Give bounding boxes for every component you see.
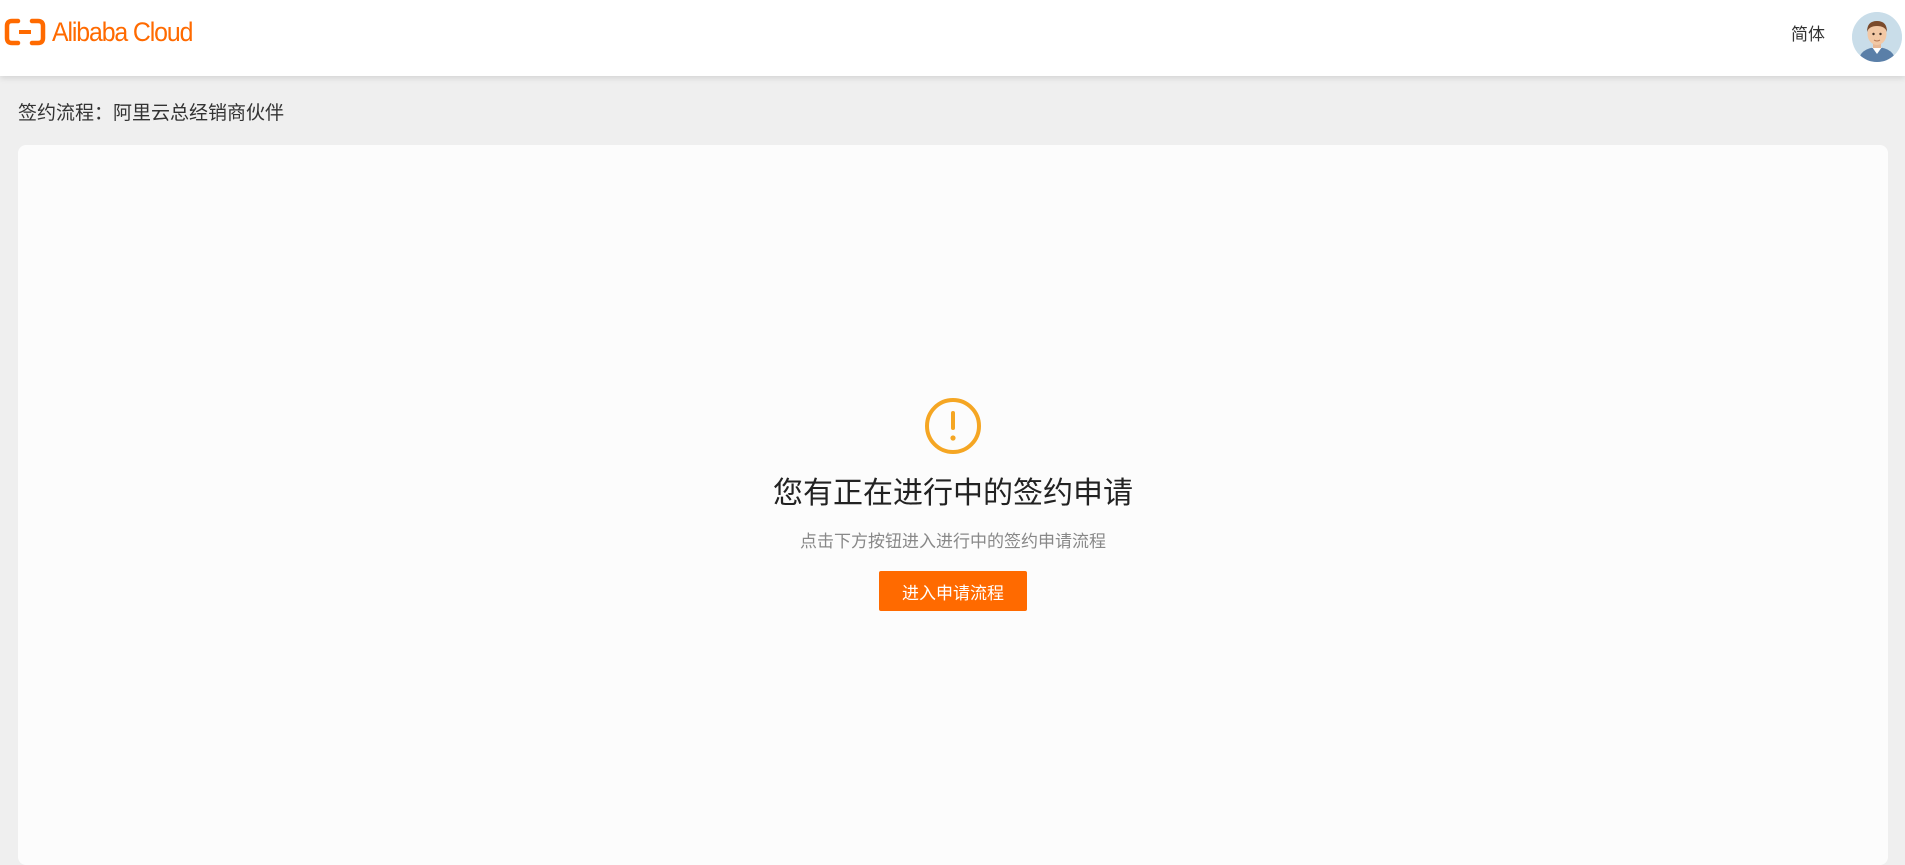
avatar-icon xyxy=(1852,12,1902,62)
alibaba-cloud-logo-icon xyxy=(4,18,46,46)
content-card: 您有正在进行中的签约申请 点击下方按钮进入进行中的签约申请流程 进入申请流程 xyxy=(18,145,1888,865)
user-avatar[interactable] xyxy=(1852,12,1902,62)
warning-circle-icon xyxy=(925,398,981,454)
alibaba-cloud-logo[interactable]: Alibaba Cloud xyxy=(4,16,205,48)
notice-subtitle: 点击下方按钮进入进行中的签约申请流程 xyxy=(800,532,1106,552)
page-breadcrumb: 签约流程：阿里云总经销商伙伴 xyxy=(18,102,285,124)
brand-name: Alibaba Cloud xyxy=(52,17,193,47)
language-switch[interactable]: 简体 xyxy=(1791,24,1825,46)
notice-title: 您有正在进行中的签约申请 xyxy=(773,476,1133,511)
enter-application-button[interactable]: 进入申请流程 xyxy=(879,571,1027,611)
top-header: Alibaba Cloud 简体 xyxy=(0,0,1905,76)
in-progress-notice: 您有正在进行中的签约申请 点击下方按钮进入进行中的签约申请流程 进入申请流程 xyxy=(18,397,1888,611)
